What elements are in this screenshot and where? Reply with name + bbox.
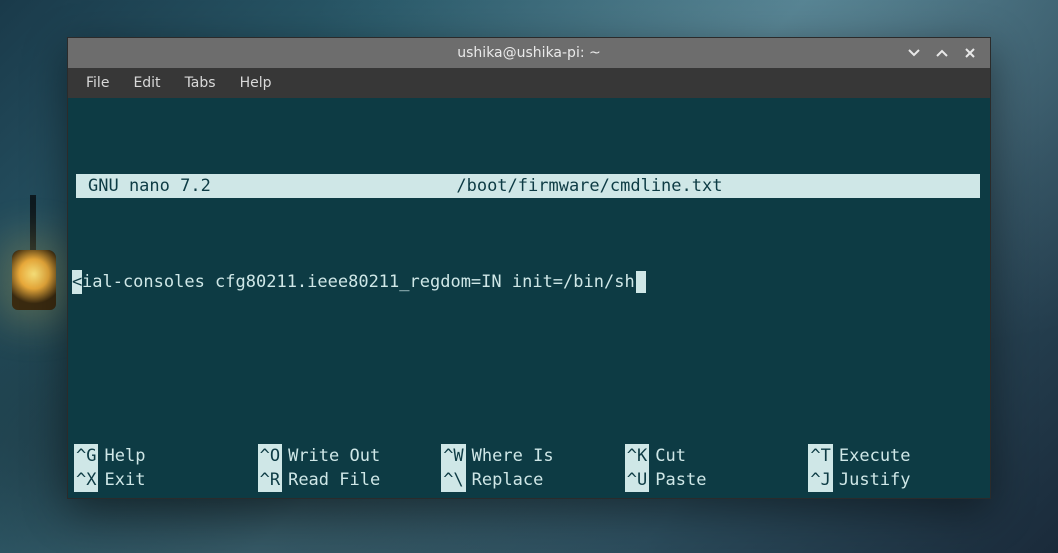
shortcut-cut[interactable]: ^K Cut (625, 444, 801, 468)
shortcut-execute[interactable]: ^T Execute (808, 444, 984, 468)
shortcut-key: ^\ (441, 468, 465, 492)
window-titlebar[interactable]: ushika@ushika-pi: ~ (68, 38, 990, 68)
shortcut-justify[interactable]: ^J Justify (808, 468, 984, 492)
shortcut-label: Where Is (472, 444, 554, 468)
shortcut-key: ^T (808, 444, 832, 468)
shortcut-key: ^U (625, 468, 649, 492)
shortcut-key: ^G (74, 444, 98, 468)
shortcut-whereis[interactable]: ^W Where Is (441, 444, 617, 468)
text-cursor (636, 271, 646, 293)
shortcut-key: ^R (258, 468, 282, 492)
minimize-button[interactable] (906, 45, 922, 61)
shortcut-readfile[interactable]: ^R Read File (258, 468, 434, 492)
left-scroll-indicator: < (72, 270, 82, 294)
shortcut-label: Help (104, 444, 145, 468)
shortcut-label: Execute (839, 444, 911, 468)
shortcut-key: ^J (808, 468, 832, 492)
shortcut-exit[interactable]: ^X Exit (74, 468, 250, 492)
shortcut-label: Exit (104, 468, 145, 492)
shortcut-key: ^O (258, 444, 282, 468)
shortcut-replace[interactable]: ^\ Replace (441, 468, 617, 492)
menu-tabs[interactable]: Tabs (175, 71, 226, 95)
shortcut-key: ^K (625, 444, 649, 468)
shortcut-paste[interactable]: ^U Paste (625, 468, 801, 492)
shortcut-label: Replace (472, 468, 544, 492)
shortcut-help[interactable]: ^G Help (74, 444, 250, 468)
close-icon (964, 47, 976, 59)
terminal-window: ushika@ushika-pi: ~ File Edit Tabs Help … (67, 37, 991, 499)
shortcut-label: Read File (288, 468, 380, 492)
shortcut-key: ^W (441, 444, 465, 468)
window-controls (906, 45, 990, 61)
shortcut-label: Cut (655, 444, 686, 468)
window-title: ushika@ushika-pi: ~ (68, 45, 990, 61)
menu-edit[interactable]: Edit (123, 71, 170, 95)
close-button[interactable] (962, 45, 978, 61)
shortcut-key: ^X (74, 468, 98, 492)
nano-titlebar: GNU nano 7.2 /boot/firmware/cmdline.txt (76, 174, 980, 198)
editor-text: ial-consoles cfg80211.ieee80211_regdom=I… (82, 270, 635, 294)
shortcut-label: Justify (839, 468, 911, 492)
editor-line[interactable]: <ial-consoles cfg80211.ieee80211_regdom=… (72, 270, 986, 294)
shortcut-writeout[interactable]: ^O Write Out (258, 444, 434, 468)
shortcut-label: Write Out (288, 444, 380, 468)
shortcut-label: Paste (655, 468, 706, 492)
terminal-viewport[interactable]: GNU nano 7.2 /boot/firmware/cmdline.txt … (68, 98, 990, 498)
menu-help[interactable]: Help (230, 71, 282, 95)
chevron-down-icon (908, 47, 920, 59)
nano-app-label: GNU nano 7.2 (76, 174, 211, 198)
menu-file[interactable]: File (76, 71, 119, 95)
maximize-button[interactable] (934, 45, 950, 61)
nano-shortcut-bar: ^G Help ^X Exit ^O Write Out ^R Read Fil… (74, 444, 984, 492)
menubar: File Edit Tabs Help (68, 68, 990, 98)
chevron-up-icon (936, 47, 948, 59)
nano-file-path: /boot/firmware/cmdline.txt (211, 174, 968, 198)
wallpaper-lantern (8, 195, 60, 315)
